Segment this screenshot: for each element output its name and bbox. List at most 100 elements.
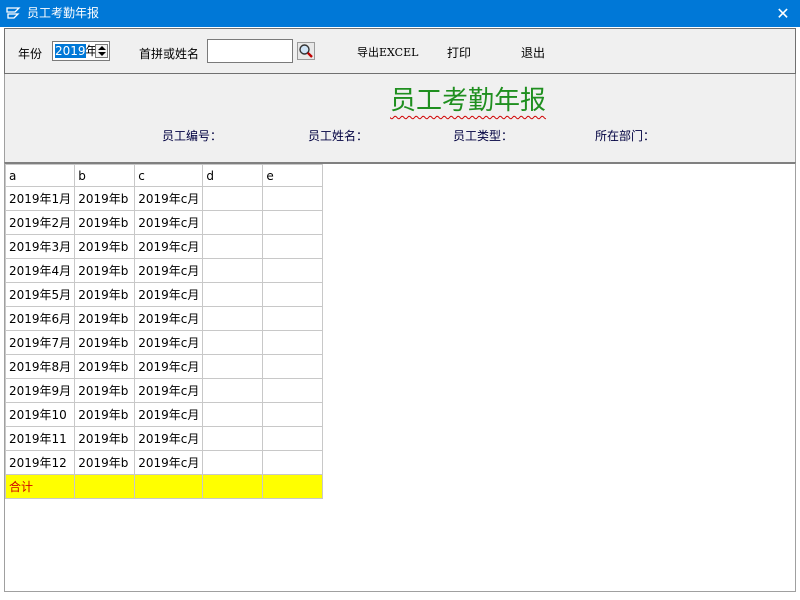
table-cell[interactable] xyxy=(202,426,264,451)
column-header[interactable]: b xyxy=(74,164,136,187)
title-bar: 员工考勤年报 ✕ xyxy=(0,0,800,27)
year-spin-buttons[interactable] xyxy=(95,44,108,58)
table-cell[interactable]: 2019年c月 xyxy=(134,306,204,331)
magnifier-icon[interactable] xyxy=(297,42,315,60)
table-cell[interactable]: 2019年c月 xyxy=(134,426,204,451)
table-row[interactable]: 2019年2月 2019年b 2019年c月 xyxy=(4,210,324,235)
table-row[interactable]: 2019年12 2019年b 2019年c月 xyxy=(4,450,324,475)
table-cell[interactable] xyxy=(202,402,264,427)
table-cell[interactable] xyxy=(202,210,264,235)
table-cell[interactable]: 2019年c月 xyxy=(134,210,204,235)
table-cell[interactable]: 2019年c月 xyxy=(134,330,204,355)
table-cell[interactable] xyxy=(262,330,324,355)
table-cell[interactable] xyxy=(202,234,264,259)
table-cell[interactable] xyxy=(202,378,264,403)
table-row[interactable]: 2019年5月 2019年b 2019年c月 xyxy=(4,282,324,307)
table-cell[interactable]: 2019年3月 xyxy=(4,234,76,259)
table-row[interactable]: 2019年3月 2019年b 2019年c月 xyxy=(4,234,324,259)
data-grid-container[interactable]: a b c d e 2019年1月 2019年b 2019年c月 2019年2月 201… xyxy=(4,162,796,592)
table-cell[interactable]: 2019年c月 xyxy=(134,354,204,379)
column-header[interactable]: d xyxy=(202,164,264,187)
attendance-grid[interactable]: a b c d e 2019年1月 2019年b 2019年c月 2019年2月 201… xyxy=(4,164,324,499)
table-cell[interactable]: 2019年b xyxy=(74,210,136,235)
table-cell[interactable] xyxy=(262,354,324,379)
table-cell[interactable]: 2019年c月 xyxy=(134,378,204,403)
table-cell[interactable] xyxy=(262,306,324,331)
table-cell[interactable] xyxy=(202,306,264,331)
table-cell[interactable] xyxy=(262,378,324,403)
grid-header-row: a b c d e xyxy=(4,164,324,187)
table-cell[interactable]: 2019年11 xyxy=(4,426,76,451)
total-label[interactable]: 合计 xyxy=(4,474,76,499)
table-cell[interactable] xyxy=(262,234,324,259)
table-cell[interactable] xyxy=(262,258,324,283)
table-cell[interactable]: 2019年2月 xyxy=(4,210,76,235)
table-cell[interactable]: 2019年c月 xyxy=(134,450,204,475)
report-title: 员工考勤年报 xyxy=(390,86,547,116)
table-cell[interactable]: 2019年c月 xyxy=(134,402,204,427)
table-cell[interactable] xyxy=(202,450,264,475)
table-row[interactable]: 2019年10 2019年b 2019年c月 xyxy=(4,402,324,427)
table-cell[interactable] xyxy=(202,330,264,355)
table-cell[interactable] xyxy=(262,210,324,235)
column-header[interactable]: c xyxy=(134,164,204,187)
table-cell[interactable] xyxy=(262,426,324,451)
column-header[interactable]: a xyxy=(4,164,76,187)
table-cell[interactable]: 2019年b xyxy=(74,282,136,307)
table-cell[interactable]: 2019年b xyxy=(74,450,136,475)
table-cell[interactable]: 2019年b xyxy=(74,186,136,211)
total-cell[interactable] xyxy=(74,474,136,499)
table-cell[interactable]: 2019年b xyxy=(74,234,136,259)
year-value[interactable]: 2019年 xyxy=(55,44,98,58)
table-cell[interactable]: 2019年5月 xyxy=(4,282,76,307)
spin-down-icon[interactable] xyxy=(98,52,106,56)
total-cell[interactable] xyxy=(202,474,264,499)
search-label: 首拼或姓名 xyxy=(139,47,200,61)
table-cell[interactable]: 2019年c月 xyxy=(134,258,204,283)
table-row[interactable]: 2019年4月 2019年b 2019年c月 xyxy=(4,258,324,283)
table-cell[interactable]: 2019年4月 xyxy=(4,258,76,283)
table-cell[interactable]: 2019年c月 xyxy=(134,234,204,259)
table-cell[interactable]: 2019年c月 xyxy=(134,282,204,307)
table-cell[interactable] xyxy=(202,282,264,307)
table-row[interactable]: 2019年1月 2019年b 2019年c月 xyxy=(4,186,324,211)
table-row[interactable]: 2019年9月 2019年b 2019年c月 xyxy=(4,378,324,403)
table-cell[interactable] xyxy=(202,354,264,379)
print-button[interactable]: 打印 xyxy=(447,44,471,61)
column-header[interactable]: e xyxy=(262,164,324,187)
table-row[interactable]: 2019年11 2019年b 2019年c月 xyxy=(4,426,324,451)
exit-button[interactable]: 退出 xyxy=(521,44,545,61)
table-row[interactable]: 2019年6月 2019年b 2019年c月 xyxy=(4,306,324,331)
table-cell[interactable]: 2019年c月 xyxy=(134,186,204,211)
table-cell[interactable]: 2019年10 xyxy=(4,402,76,427)
total-cell[interactable] xyxy=(262,474,324,499)
export-excel-button[interactable]: 导出EXCEL xyxy=(357,44,418,60)
table-row[interactable]: 2019年7月 2019年b 2019年c月 xyxy=(4,330,324,355)
total-row[interactable]: 合计 xyxy=(4,474,324,499)
table-cell[interactable]: 2019年b xyxy=(74,354,136,379)
table-cell[interactable]: 2019年b xyxy=(74,330,136,355)
table-cell[interactable]: 2019年b xyxy=(74,426,136,451)
total-cell[interactable] xyxy=(134,474,204,499)
table-cell[interactable] xyxy=(262,402,324,427)
table-cell[interactable]: 2019年1月 xyxy=(4,186,76,211)
search-input[interactable] xyxy=(207,39,293,63)
table-cell[interactable]: 2019年12 xyxy=(4,450,76,475)
spin-up-icon[interactable] xyxy=(98,46,106,50)
table-cell[interactable]: 2019年9月 xyxy=(4,378,76,403)
table-cell[interactable] xyxy=(202,258,264,283)
close-icon[interactable]: ✕ xyxy=(766,0,800,27)
table-row[interactable]: 2019年8月 2019年b 2019年c月 xyxy=(4,354,324,379)
table-cell[interactable] xyxy=(262,186,324,211)
table-cell[interactable] xyxy=(262,450,324,475)
table-cell[interactable] xyxy=(202,186,264,211)
table-cell[interactable] xyxy=(262,282,324,307)
table-cell[interactable]: 2019年b xyxy=(74,306,136,331)
table-cell[interactable]: 2019年7月 xyxy=(4,330,76,355)
table-cell[interactable]: 2019年b xyxy=(74,258,136,283)
year-spinner[interactable]: 2019年 xyxy=(52,41,110,61)
table-cell[interactable]: 2019年b xyxy=(74,378,136,403)
table-cell[interactable]: 2019年b xyxy=(74,402,136,427)
table-cell[interactable]: 2019年6月 xyxy=(4,306,76,331)
table-cell[interactable]: 2019年8月 xyxy=(4,354,76,379)
